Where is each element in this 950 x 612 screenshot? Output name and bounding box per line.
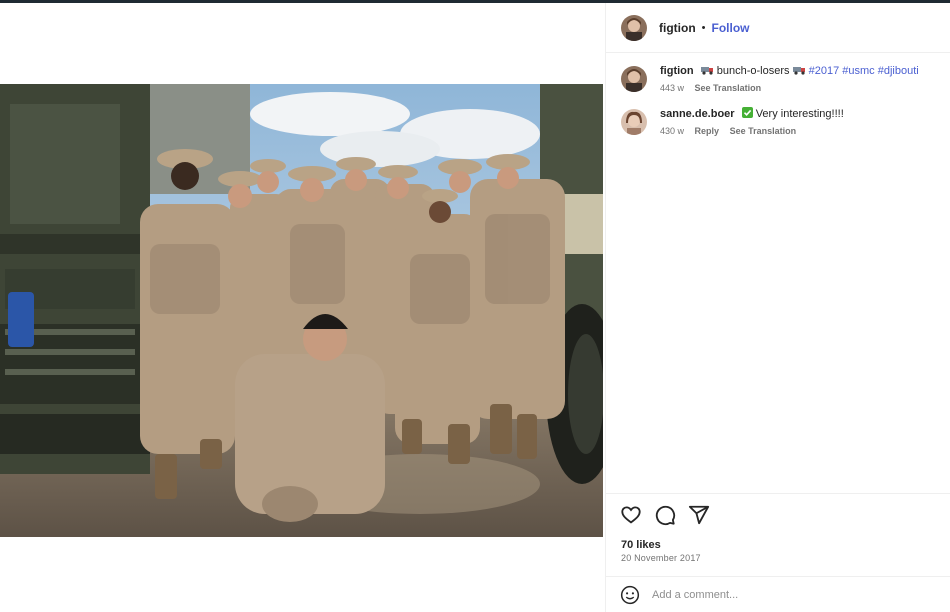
comment-age: 430 w xyxy=(660,126,685,136)
avatar[interactable] xyxy=(621,109,647,135)
emoji-icon[interactable] xyxy=(620,585,640,605)
comment-username[interactable]: sanne.de.boer xyxy=(660,108,735,120)
likes-count[interactable]: 70 likes xyxy=(621,539,661,551)
post-actions-section xyxy=(606,493,950,526)
post-photo[interactable] xyxy=(0,84,603,537)
post-media-pane xyxy=(0,3,605,612)
comment-username[interactable]: figtion xyxy=(660,65,694,77)
post-date: 20 November 2017 xyxy=(621,553,701,563)
post-header: figtion • Follow xyxy=(606,3,950,53)
truck-emoji-icon xyxy=(792,64,806,80)
post-side-panel: figtion • Follow figtion bunch-o-losers … xyxy=(605,3,950,612)
comment-meta: 443 w See Translation xyxy=(660,83,919,93)
heart-icon[interactable] xyxy=(620,504,642,526)
header-username[interactable]: figtion xyxy=(659,21,696,35)
caption-comment: figtion bunch-o-losers #2017 #usmc #djib… xyxy=(606,63,950,93)
comment-item: sanne.de.boer Very interesting!!!! 430 w… xyxy=(606,106,950,136)
hashtag-link[interactable]: #2017 xyxy=(809,65,840,77)
comments-list: figtion bunch-o-losers #2017 #usmc #djib… xyxy=(606,63,950,149)
comment-text: Very interesting!!!! xyxy=(755,108,844,120)
follow-button[interactable]: Follow xyxy=(712,21,750,35)
hashtag-link[interactable]: #djibouti xyxy=(878,65,919,77)
share-icon[interactable] xyxy=(688,504,710,526)
see-translation-link[interactable]: See Translation xyxy=(695,83,762,93)
avatar[interactable] xyxy=(621,14,647,41)
separator-dot: • xyxy=(701,21,706,34)
truck-emoji-icon xyxy=(700,64,714,80)
comment-meta: 430 w Reply See Translation xyxy=(660,126,844,136)
avatar[interactable] xyxy=(621,66,647,92)
comment-icon[interactable] xyxy=(654,504,676,526)
comment-age: 443 w xyxy=(660,83,685,93)
add-comment-bar xyxy=(606,576,950,612)
action-bar xyxy=(606,494,950,526)
see-translation-link[interactable]: See Translation xyxy=(730,126,797,136)
hashtag-link[interactable]: #usmc xyxy=(842,65,874,77)
comment-input[interactable] xyxy=(652,588,912,601)
reply-link[interactable]: Reply xyxy=(695,126,720,136)
caption-text: bunch-o-losers xyxy=(716,65,790,77)
check-mark-icon xyxy=(741,107,753,123)
